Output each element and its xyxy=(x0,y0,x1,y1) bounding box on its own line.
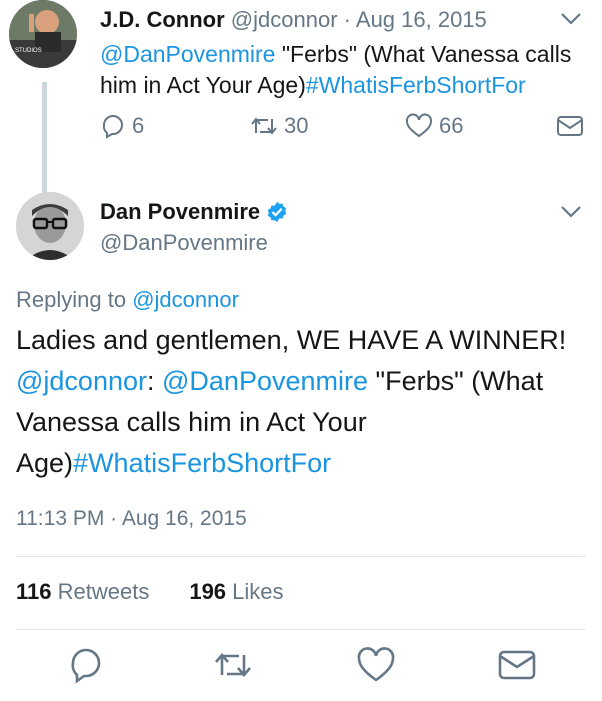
reply-icon xyxy=(102,115,123,139)
parent-tweet-actions: 6 30 66 xyxy=(100,113,590,139)
header-separator: · xyxy=(343,7,351,32)
main-author-name[interactable]: Dan Povenmire xyxy=(100,199,260,225)
danpovenmire-avatar[interactable] xyxy=(16,192,84,260)
retweet-icon xyxy=(251,117,277,135)
mention-link[interactable]: @DanPovenmire xyxy=(162,366,368,396)
main-tweet-actions xyxy=(0,645,602,685)
retweets-label: Retweets xyxy=(51,579,150,604)
main-author-name-row: Dan Povenmire xyxy=(100,199,288,225)
parent-tweet-header: J.D. Connor @jdconnor · Aug 16, 2015 xyxy=(100,7,487,33)
replying-to-line: Replying to @jdconnor xyxy=(16,287,239,313)
tweet-timestamp[interactable]: 11:13 PM · Aug 16, 2015 xyxy=(16,507,247,531)
parent-author-name[interactable]: J.D. Connor xyxy=(100,7,225,32)
reply-icon[interactable] xyxy=(67,645,107,685)
parent-hashtag-link[interactable]: #WhatisFerbShortFor xyxy=(306,72,526,98)
verified-badge-icon xyxy=(268,201,287,223)
tweet-line-winner: Ladies and gentlemen, WE HAVE A WINNER! xyxy=(16,325,567,355)
like-icon[interactable] xyxy=(356,645,396,685)
parent-tweet-date[interactable]: Aug 16, 2015 xyxy=(356,7,487,32)
reply-button[interactable]: 6 xyxy=(100,113,144,139)
like-button[interactable]: 66 xyxy=(405,113,463,139)
main-tweet-text: Ladies and gentlemen, WE HAVE A WINNER! … xyxy=(16,320,592,484)
direct-message-icon[interactable] xyxy=(497,645,537,685)
replying-prefix: Replying to xyxy=(16,287,133,312)
tweet-stats: 116 Retweets 196 Likes xyxy=(16,579,284,605)
tweet-quoted-content: @jdconnor: @DanPovenmire "Ferbs" (What V… xyxy=(16,361,592,484)
retweets-count: 116 xyxy=(16,579,52,604)
reply-count: 6 xyxy=(132,113,145,138)
retweet-button[interactable]: 30 xyxy=(250,113,308,139)
hashtag-link[interactable]: #WhatisFerbShortFor xyxy=(73,448,331,478)
replying-to-link[interactable]: @jdconnor xyxy=(132,287,239,312)
direct-message-icon xyxy=(557,116,583,136)
quote-colon: : xyxy=(146,366,162,396)
retweet-icon[interactable] xyxy=(213,645,253,685)
parent-mention-link[interactable]: @DanPovenmire xyxy=(100,41,275,67)
direct-message-button[interactable] xyxy=(556,113,590,139)
retweet-count: 30 xyxy=(284,113,309,138)
like-count: 66 xyxy=(439,113,464,138)
quoted-user-link[interactable]: @jdconnor xyxy=(16,366,147,396)
likes-label: Likes xyxy=(226,579,284,604)
svg-text:STUDIOS: STUDIOS xyxy=(15,48,42,54)
jdconnor-avatar[interactable]: STUDIOS xyxy=(9,0,77,68)
retweets-stat[interactable]: 116 Retweets xyxy=(16,579,149,604)
chevron-down-icon[interactable] xyxy=(560,205,582,219)
main-author-handle[interactable]: @DanPovenmire xyxy=(100,230,268,256)
likes-stat[interactable]: 196 Likes xyxy=(189,579,283,604)
thread-connector-line xyxy=(42,82,47,194)
divider-top xyxy=(16,556,586,557)
divider-bottom xyxy=(16,629,586,630)
chevron-down-icon[interactable] xyxy=(560,12,582,26)
like-icon xyxy=(406,113,432,138)
parent-author-handle[interactable]: @jdconnor xyxy=(231,7,338,32)
parent-tweet-text: @DanPovenmire "Ferbs" (What Vanessa call… xyxy=(100,39,580,101)
likes-count: 196 xyxy=(189,579,227,604)
